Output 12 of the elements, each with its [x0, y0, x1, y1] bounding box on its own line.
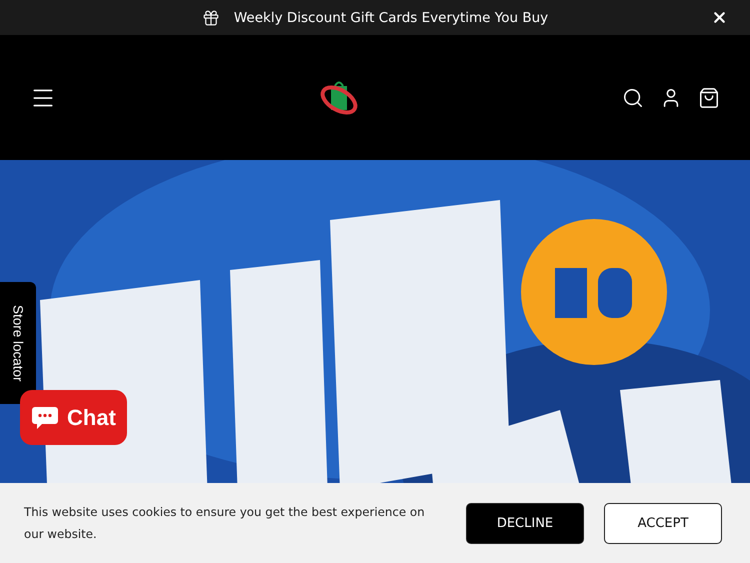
logo-icon[interactable] [319, 80, 359, 116]
close-button[interactable] [711, 9, 728, 26]
accept-button[interactable]: ACCEPT [604, 502, 722, 544]
search-button[interactable] [622, 86, 644, 108]
decline-button[interactable]: DECLINE [466, 502, 584, 544]
cookie-message: This website uses cookies to ensure you get the best experience on our website. [24, 504, 426, 543]
store-locator-tab[interactable]: Store locator [0, 282, 36, 404]
chat-bubble-icon [31, 404, 60, 430]
chat-button[interactable]: Chat [20, 390, 127, 445]
cart-button[interactable] [698, 86, 720, 108]
announcement-text: Weekly Discount Gift Cards Everytime You Buy [234, 10, 548, 26]
gift-icon [202, 8, 220, 26]
